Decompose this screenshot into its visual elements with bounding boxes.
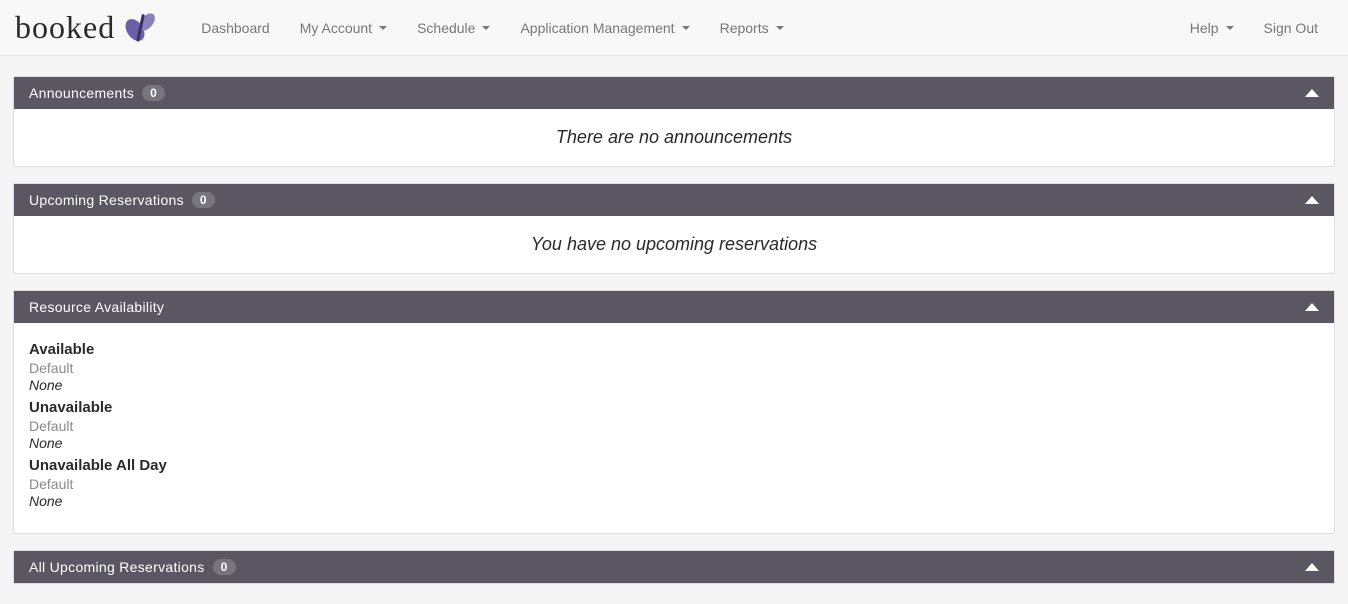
brand-logo-icon [121,8,161,48]
dashboard-container: Announcements 0 There are no announcemen… [0,56,1348,604]
resource-availability-body: Available Default None Unavailable Defau… [14,323,1334,533]
navbar: booked Dashboard My Account Schedule App… [0,0,1348,56]
panel-title-text: All Upcoming Reservations [29,559,205,575]
caret-down-icon [379,26,387,30]
panel-title-text: Resource Availability [29,299,164,315]
upcoming-reservations-header[interactable]: Upcoming Reservations 0 [14,184,1334,216]
chevron-up-icon [1305,89,1319,97]
chevron-up-icon [1305,563,1319,571]
nav-label: Help [1190,20,1219,36]
nav-label: Reports [720,20,769,36]
all-upcoming-reservations-header[interactable]: All Upcoming Reservations 0 [14,551,1334,583]
all-upcoming-count-badge: 0 [213,559,236,575]
brand-text: booked [15,9,115,46]
resource-availability-panel: Resource Availability Available Default … [13,290,1335,534]
availability-sub: Default [29,418,1319,434]
panel-title-text: Announcements [29,85,134,101]
upcoming-empty-text: You have no upcoming reservations [29,234,1319,255]
caret-down-icon [776,26,784,30]
announcements-panel: Announcements 0 There are no announcemen… [13,76,1335,167]
upcoming-reservations-panel: Upcoming Reservations 0 You have no upco… [13,183,1335,274]
resource-availability-header[interactable]: Resource Availability [14,291,1334,323]
availability-none: None [29,377,1319,393]
chevron-up-icon [1305,303,1319,311]
nav-application-management[interactable]: Application Management [505,2,704,54]
availability-sub: Default [29,476,1319,492]
chevron-up-icon [1305,196,1319,204]
nav-right: Help Sign Out [1175,2,1333,54]
availability-group-unavailable-all-day: Unavailable All Day Default None [29,457,1319,509]
availability-sub: Default [29,360,1319,376]
announcements-empty-text: There are no announcements [29,127,1319,148]
caret-down-icon [1226,26,1234,30]
availability-group-available: Available Default None [29,341,1319,393]
panel-title-text: Upcoming Reservations [29,192,184,208]
caret-down-icon [682,26,690,30]
availability-group-unavailable: Unavailable Default None [29,399,1319,451]
nav-schedule[interactable]: Schedule [402,2,505,54]
nav-label: Dashboard [201,20,270,36]
brand[interactable]: booked [15,8,186,48]
nav-label: Schedule [417,20,475,36]
upcoming-count-badge: 0 [192,192,215,208]
nav-label: Application Management [520,20,674,36]
availability-heading: Unavailable [29,399,1319,416]
caret-down-icon [482,26,490,30]
upcoming-body: You have no upcoming reservations [14,216,1334,273]
availability-none: None [29,493,1319,509]
availability-heading: Available [29,341,1319,358]
availability-none: None [29,435,1319,451]
nav-label: My Account [300,20,372,36]
announcements-count-badge: 0 [142,85,165,101]
nav-my-account[interactable]: My Account [285,2,402,54]
announcements-body: There are no announcements [14,109,1334,166]
nav-help[interactable]: Help [1175,2,1249,54]
announcements-header[interactable]: Announcements 0 [14,77,1334,109]
nav-dashboard[interactable]: Dashboard [186,2,285,54]
all-upcoming-reservations-panel: All Upcoming Reservations 0 [13,550,1335,584]
nav-sign-out[interactable]: Sign Out [1249,2,1333,54]
nav-left: Dashboard My Account Schedule Applicatio… [186,2,1175,54]
nav-reports[interactable]: Reports [705,2,799,54]
nav-label: Sign Out [1264,20,1318,36]
availability-heading: Unavailable All Day [29,457,1319,474]
